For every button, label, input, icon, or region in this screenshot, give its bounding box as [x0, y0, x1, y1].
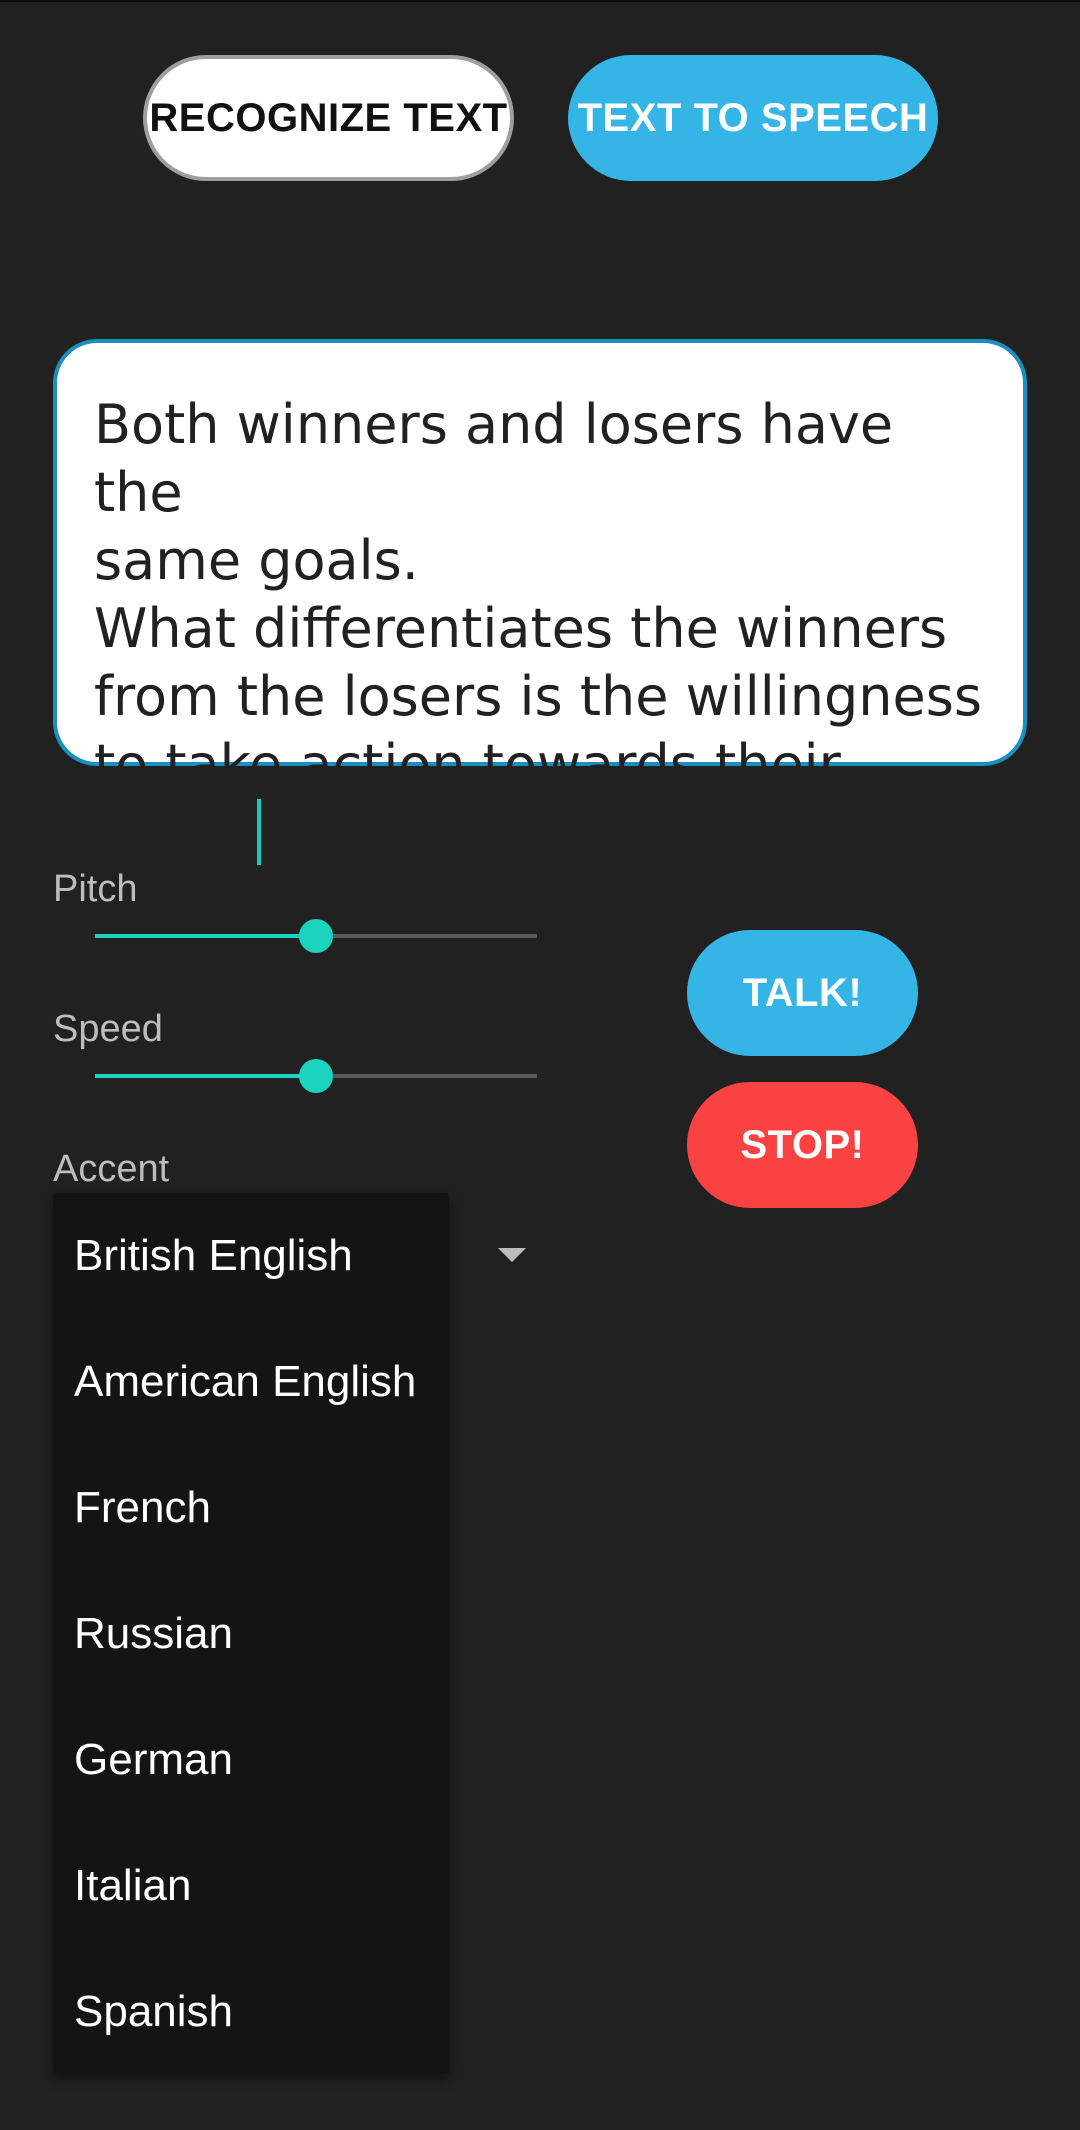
- speed-slider-fill: [95, 1074, 316, 1078]
- text-cursor: [256, 799, 261, 865]
- accent-label: Accent: [53, 1148, 170, 1190]
- stop-button[interactable]: STOP!: [687, 1082, 918, 1208]
- speed-label: Speed: [53, 1008, 163, 1050]
- text-to-speech-button[interactable]: TEXT TO SPEECH: [568, 55, 938, 181]
- accent-option[interactable]: British English: [53, 1193, 449, 1319]
- text-input-value: Both winners and losers have the same go…: [94, 393, 982, 864]
- accent-option[interactable]: French: [53, 1445, 449, 1571]
- accent-option[interactable]: German: [53, 1697, 449, 1823]
- speed-slider-thumb[interactable]: [299, 1059, 333, 1093]
- pitch-slider-fill: [95, 934, 316, 938]
- top-divider: [0, 0, 1080, 2]
- pitch-slider-thumb[interactable]: [299, 919, 333, 953]
- accent-option[interactable]: American English: [53, 1319, 449, 1445]
- dropdown-arrow-icon[interactable]: [498, 1248, 526, 1262]
- pitch-slider[interactable]: [95, 916, 537, 956]
- recognize-text-button[interactable]: RECOGNIZE TEXT: [143, 55, 514, 181]
- accent-option[interactable]: Spanish: [53, 1949, 449, 2075]
- accent-dropdown-list: British English American English French Rus…: [53, 1193, 449, 2074]
- talk-button[interactable]: TALK!: [687, 930, 918, 1056]
- speed-slider[interactable]: [95, 1056, 537, 1096]
- accent-option[interactable]: Russian: [53, 1571, 449, 1697]
- pitch-label: Pitch: [53, 868, 138, 910]
- text-input[interactable]: Both winners and losers have the same go…: [53, 339, 1027, 865]
- accent-option[interactable]: Italian: [53, 1823, 449, 1949]
